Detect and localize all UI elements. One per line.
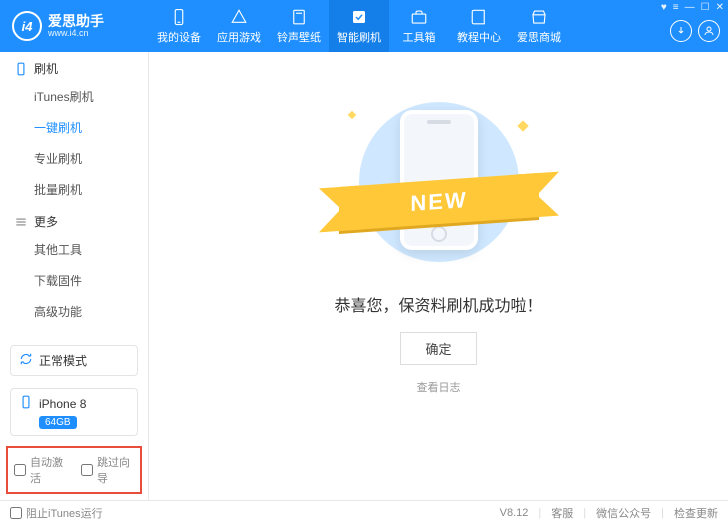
device-name: iPhone 8 <box>39 397 86 411</box>
auto-activate-checkbox[interactable]: 自动激活 <box>14 454 67 486</box>
apps-icon <box>229 8 249 26</box>
top-nav: 我的设备 应用游戏 铃声壁纸 智能刷机 工具箱 教程中心 爱思商城 <box>149 0 569 52</box>
user-button[interactable] <box>698 20 720 42</box>
close-icon[interactable]: ✕ <box>716 2 724 13</box>
status-bar: 阻止iTunes运行 V8.12 | 客服 | 微信公众号 | 检查更新 <box>0 500 728 524</box>
sidebar-section-flash: 刷机 <box>0 52 148 81</box>
ok-button[interactable]: 确定 <box>400 332 476 365</box>
footer-link-update[interactable]: 检查更新 <box>674 505 718 521</box>
sidebar: 刷机 iTunes刷机 一键刷机 专业刷机 批量刷机 更多 其他工具 下载固件 … <box>0 52 149 500</box>
block-itunes-checkbox[interactable]: 阻止iTunes运行 <box>10 505 103 521</box>
nav-toolbox[interactable]: 工具箱 <box>389 0 449 52</box>
logo-area: i4 爱思助手 www.i4.cn <box>0 11 149 41</box>
checkbox-label: 自动激活 <box>30 454 67 486</box>
more-icon <box>14 215 28 229</box>
minimize-icon[interactable]: — <box>685 2 695 13</box>
logo-icon: i4 <box>12 11 42 41</box>
sidebar-section-more: 更多 <box>0 205 148 234</box>
sidebar-item-advanced[interactable]: 高级功能 <box>0 296 148 327</box>
sidebar-item-download-firmware[interactable]: 下载固件 <box>0 265 148 296</box>
nav-store[interactable]: 爱思商城 <box>509 0 569 52</box>
nav-label: 教程中心 <box>457 29 501 45</box>
nav-tutorials[interactable]: 教程中心 <box>449 0 509 52</box>
nav-ringtones[interactable]: 铃声壁纸 <box>269 0 329 52</box>
flash-icon <box>349 8 369 26</box>
app-subtitle: www.i4.cn <box>48 28 104 39</box>
phone-icon <box>14 62 28 76</box>
sidebar-item-pro-flash[interactable]: 专业刷机 <box>0 143 148 174</box>
checkbox-label: 阻止iTunes运行 <box>26 505 103 521</box>
device-indicator[interactable]: iPhone 8 64GB <box>10 388 138 436</box>
success-message: 恭喜您，保资料刷机成功啦！ <box>334 292 542 316</box>
nav-label: 爱思商城 <box>517 29 561 45</box>
nav-apps[interactable]: 应用游戏 <box>209 0 269 52</box>
mode-indicator[interactable]: 正常模式 <box>10 345 138 376</box>
options-icon[interactable]: ≡ <box>673 2 679 13</box>
storage-badge: 64GB <box>39 416 77 429</box>
device-icon <box>169 8 189 26</box>
music-icon <box>289 8 309 26</box>
sidebar-item-batch-flash[interactable]: 批量刷机 <box>0 174 148 205</box>
book-icon <box>469 8 489 26</box>
window-controls: ♥ ≡ — ☐ ✕ <box>661 2 724 13</box>
toolbox-icon <box>409 8 429 26</box>
nav-flash[interactable]: 智能刷机 <box>329 0 389 52</box>
maximize-icon[interactable]: ☐ <box>701 2 710 13</box>
section-title: 更多 <box>34 213 58 230</box>
store-icon <box>529 8 549 26</box>
nav-label: 应用游戏 <box>217 29 261 45</box>
view-log-link[interactable]: 查看日志 <box>417 379 461 395</box>
nav-label: 工具箱 <box>403 29 436 45</box>
version-label: V8.12 <box>500 507 529 519</box>
menu-icon[interactable]: ♥ <box>661 2 667 13</box>
section-title: 刷机 <box>34 60 58 77</box>
nav-label: 我的设备 <box>157 29 201 45</box>
app-title: 爱思助手 <box>48 14 104 28</box>
nav-label: 铃声壁纸 <box>277 29 321 45</box>
checkbox-label: 跳过向导 <box>97 454 134 486</box>
footer-link-wechat[interactable]: 微信公众号 <box>596 505 651 521</box>
success-illustration: NEW <box>329 92 549 272</box>
sidebar-item-other-tools[interactable]: 其他工具 <box>0 234 148 265</box>
sidebar-item-oneclick-flash[interactable]: 一键刷机 <box>0 112 148 143</box>
refresh-icon <box>19 352 33 369</box>
main-content: NEW 恭喜您，保资料刷机成功啦！ 确定 查看日志 <box>149 52 728 500</box>
sidebar-item-itunes-flash[interactable]: iTunes刷机 <box>0 81 148 112</box>
options-highlight-box: 自动激活 跳过向导 <box>6 446 142 494</box>
download-button[interactable] <box>670 20 692 42</box>
skip-guide-checkbox[interactable]: 跳过向导 <box>81 454 134 486</box>
footer-link-support[interactable]: 客服 <box>551 505 573 521</box>
app-header: i4 爱思助手 www.i4.cn 我的设备 应用游戏 铃声壁纸 智能刷机 工具… <box>0 0 728 52</box>
nav-my-device[interactable]: 我的设备 <box>149 0 209 52</box>
nav-label: 智能刷机 <box>337 29 381 45</box>
phone-icon <box>19 395 33 412</box>
mode-label: 正常模式 <box>39 352 87 369</box>
